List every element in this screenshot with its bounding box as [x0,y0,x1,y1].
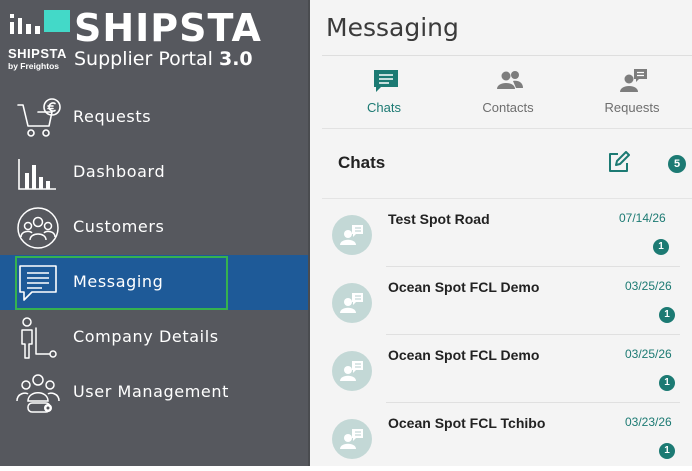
users-gear-icon [16,374,60,413]
chat-title: Ocean Spot FCL Demo [388,279,540,295]
brand-small-name: SHIPSTA [8,46,67,61]
brand-version: 3.0 [218,48,253,70]
person-hand-truck-icon [21,317,57,359]
sidebar-item-dashboard[interactable]: Dashboard [0,145,308,200]
messaging-panel: Messaging Chats Contacts Requests Chats … [308,0,692,466]
page-title: Messaging [326,13,459,42]
shipsta-logo-mark-icon [10,10,70,34]
message-icon [19,265,57,301]
tab-chats[interactable]: Chats [322,56,446,128]
tab-label: Chats [367,100,401,115]
chat-list-item[interactable]: Test Spot Road 07/14/26 1 [322,199,692,267]
brand-subtitle-text: Supplier Portal [74,48,213,70]
person-message-icon [340,361,363,381]
person-message-icon [340,293,363,313]
sidebar-item-customers[interactable]: Customers [0,200,308,255]
chat-title: Ocean Spot FCL Demo [388,347,540,363]
sidebar-item-label: Messaging [73,272,164,291]
sidebar-item-label: Requests [73,107,152,126]
person-message-icon [340,429,363,449]
unread-badge: 1 [659,307,675,323]
sidebar-item-requests[interactable]: Requests [0,90,308,145]
brand-by-line: by Freightos [8,61,60,71]
sidebar-item-company-details[interactable]: Company Details [0,310,308,365]
messaging-tabs: Chats Contacts Requests [322,56,692,128]
chat-list-item[interactable]: Ocean Spot FCL Demo 03/25/26 1 [322,267,692,335]
chat-date: 03/23/26 [625,415,672,429]
person-message-icon [620,69,647,92]
sidebar-nav: Requests Dashboard Customers Messaging C… [0,90,308,420]
unread-badge: 1 [659,375,675,391]
sidebar-item-label: Company Details [73,327,219,346]
sidebar-item-label: Customers [73,217,165,236]
chat-date: 03/25/26 [625,347,672,361]
tab-contacts[interactable]: Contacts [446,56,570,128]
chat-list-item[interactable]: Ocean Spot FCL Demo 03/25/26 1 [322,335,692,403]
avatar [332,283,372,323]
sidebar: SHIPSTA by Freightos SHIPSTA Supplier Po… [0,0,308,466]
bar-chart-icon [18,159,56,190]
avatar [332,215,372,255]
divider [322,128,692,129]
person-message-icon [340,225,363,245]
chat-list-item[interactable]: Ocean Spot FCL Tchibo 03/23/26 1 [322,403,692,471]
contacts-icon [497,71,523,89]
sidebar-item-label: User Management [73,382,229,401]
tab-label: Contacts [482,100,534,115]
sidebar-item-label: Dashboard [73,162,166,181]
chat-bubble-icon [374,70,398,92]
avatar [332,419,372,459]
unread-badge: 1 [659,443,675,459]
chat-title: Test Spot Road [388,211,490,227]
customers-group-icon [17,207,59,249]
chat-date: 03/25/26 [625,279,672,293]
compose-icon[interactable] [608,151,630,173]
chat-title: Ocean Spot FCL Tchibo [388,415,546,431]
brand-logo: SHIPSTA by Freightos SHIPSTA Supplier Po… [8,6,308,72]
sidebar-item-messaging[interactable]: Messaging [0,255,308,310]
sidebar-item-user-management[interactable]: User Management [0,365,308,420]
brand-subtitle: Supplier Portal 3.0 [74,47,253,71]
tab-requests[interactable]: Requests [570,56,692,128]
tab-label: Requests [604,100,660,115]
unread-badge: 1 [653,239,669,255]
chat-date: 07/14/26 [619,211,666,225]
shopping-cart-euro-icon [17,98,61,137]
brand-title: SHIPSTA [74,6,262,50]
chat-count-badge: 5 [668,155,686,173]
avatar [332,351,372,391]
chats-heading: Chats [338,153,386,172]
